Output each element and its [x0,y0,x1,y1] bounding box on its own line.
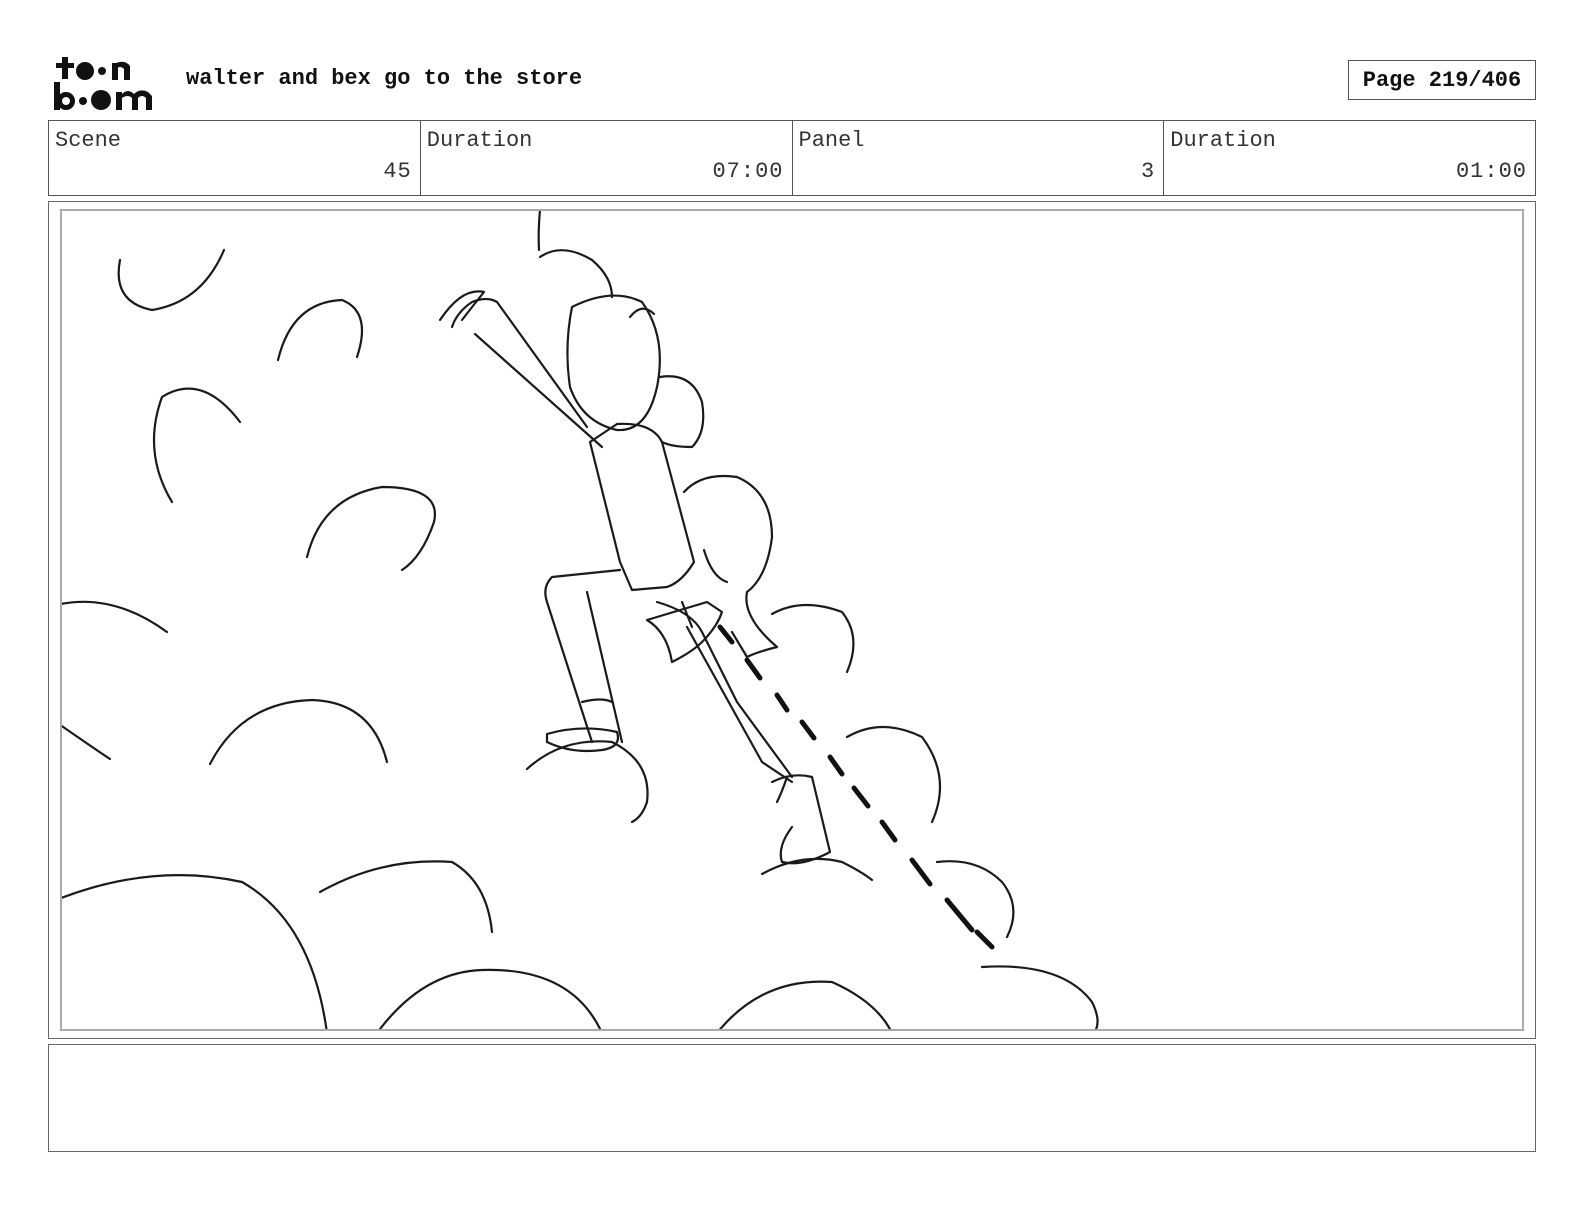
panel-cell: Panel 3 [793,121,1165,195]
scene-info-table: Scene 45 Duration 07:00 Panel 3 Duration… [48,120,1536,196]
panel-value: 3 [1141,159,1156,184]
scene-duration-cell: Duration 07:00 [421,121,793,195]
scene-value: 45 [383,159,412,184]
page-indicator: Page 219/406 [1348,60,1536,100]
project-title: walter and bex go to the store [186,66,583,91]
storyboard-panel [60,209,1524,1031]
scene-cell: Scene 45 [49,121,421,195]
panel-duration-label: Duration [1170,128,1276,153]
scene-duration-value: 07:00 [712,159,784,184]
storyboard-sketch [62,211,1099,1029]
panel-duration-cell: Duration 01:00 [1164,121,1535,195]
panel-notes-box [48,1044,1536,1152]
panel-label: Panel [798,128,865,153]
scene-label: Scene [55,128,122,153]
scene-duration-label: Duration [426,128,533,153]
toon-boom-logo [52,52,164,112]
panel-duration-value: 01:00 [1455,159,1527,184]
